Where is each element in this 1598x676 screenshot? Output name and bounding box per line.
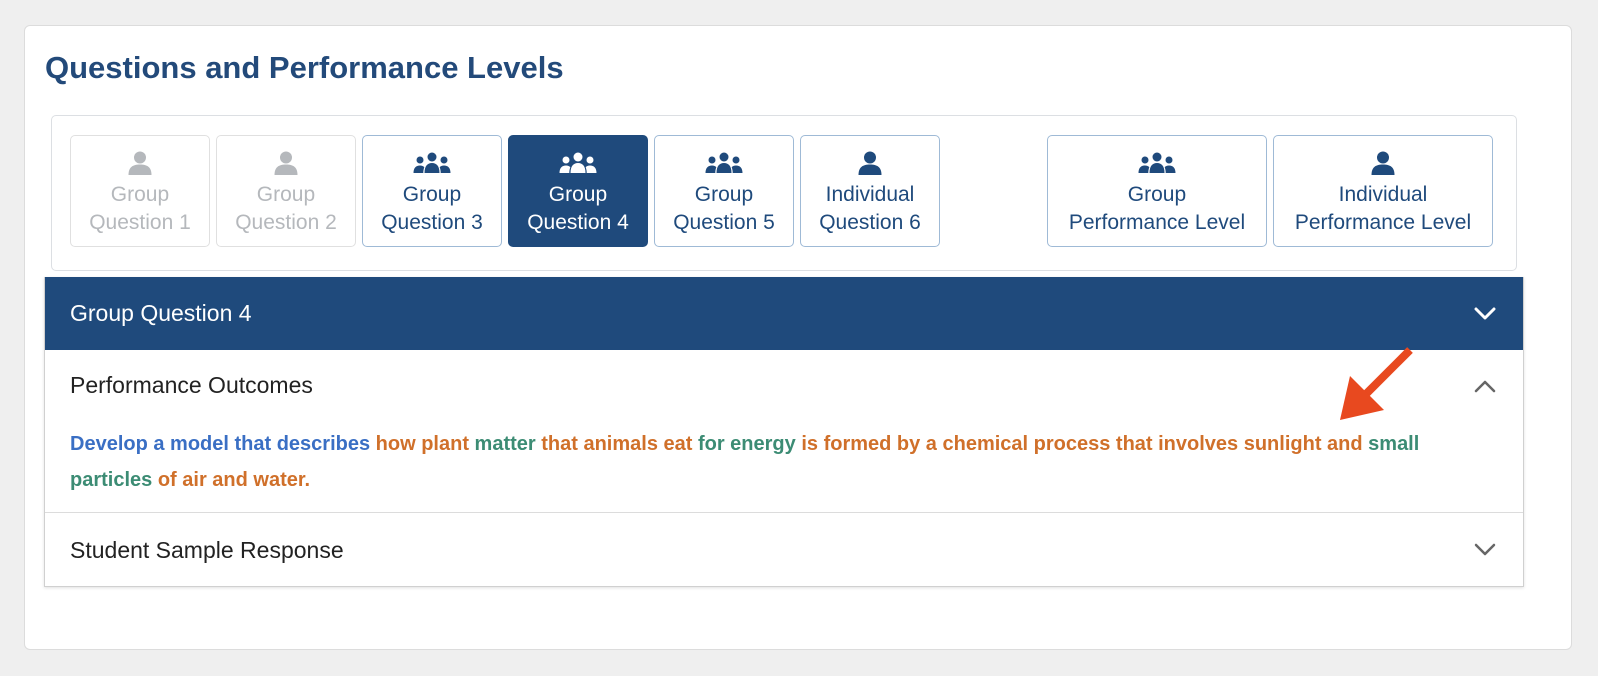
- tab-label-line1: Individual: [825, 183, 915, 206]
- tab-group-question-3[interactable]: Group Question 3: [362, 135, 502, 247]
- group-icon: [412, 149, 452, 177]
- outcome-segment: of air and water.: [157, 469, 311, 491]
- outcome-segment: that animals eat: [541, 433, 698, 455]
- chevron-up-icon[interactable]: [1471, 372, 1499, 400]
- performance-outcome-text: Develop a model that describes how plant…: [70, 426, 1490, 498]
- annotation-arrow-icon: [1340, 347, 1413, 420]
- group-icon: [1137, 149, 1177, 177]
- tab-group-performance-level[interactable]: Group Performance Level: [1047, 135, 1267, 247]
- person-icon: [1370, 149, 1396, 177]
- person-icon: [273, 149, 299, 177]
- tab-label-line1: Group: [256, 183, 316, 206]
- tab-label-line2: Question 2: [235, 211, 337, 234]
- student-sample-response-title: Student Sample Response: [70, 537, 344, 563]
- tab-group-question-1[interactable]: Group Question 1: [70, 135, 210, 247]
- tab-individual-performance-level[interactable]: Individual Performance Level: [1273, 135, 1493, 247]
- tab-label-line1: Individual: [1338, 183, 1428, 206]
- tab-label-line2: Question 1: [89, 211, 191, 234]
- person-icon: [857, 149, 883, 177]
- tab-label-line1: Group: [402, 183, 462, 206]
- accordion-header-title: Group Question 4: [70, 300, 252, 326]
- tab-label-line2: Performance Level: [1294, 211, 1472, 234]
- tab-individual-question-6[interactable]: Individual Question 6: [800, 135, 940, 247]
- outcome-segment: Develop a model that describes: [70, 433, 376, 455]
- question-accordion: Group Question 4 Performance Outcomes De…: [44, 277, 1524, 587]
- tab-label-line2: Performance Level: [1068, 211, 1246, 234]
- outcome-segment: how plant: [375, 433, 475, 455]
- tab-label-line2: Question 6: [819, 211, 921, 234]
- tab-label-line1: Group: [548, 183, 608, 206]
- student-sample-response-header[interactable]: Student Sample Response: [45, 513, 1523, 586]
- tab-label-line1: Group: [110, 183, 170, 206]
- tab-label-line2: Question 4: [527, 211, 629, 234]
- tab-group-question-2[interactable]: Group Question 2: [216, 135, 356, 247]
- tab-label-line1: Group: [694, 183, 754, 206]
- group-icon: [704, 149, 744, 177]
- questions-card: Questions and Performance Levels Group Qu…: [24, 25, 1572, 650]
- tab-group-question-5[interactable]: Group Question 5: [654, 135, 794, 247]
- outcome-segment: matter: [474, 433, 542, 455]
- outcome-segment: is formed by a chemical process that inv…: [801, 433, 1369, 455]
- chevron-down-icon[interactable]: [1471, 300, 1499, 328]
- performance-outcomes-title: Performance Outcomes: [70, 372, 313, 398]
- chevron-down-icon[interactable]: [1471, 536, 1499, 564]
- performance-outcomes-header[interactable]: Performance Outcomes: [45, 350, 1523, 420]
- person-icon: [127, 149, 153, 177]
- tab-label-line1: Group: [1127, 183, 1187, 206]
- accordion-header-group-question-4[interactable]: Group Question 4: [45, 277, 1523, 350]
- tab-group-question-4[interactable]: Group Question 4: [508, 135, 648, 247]
- page-title: Questions and Performance Levels: [45, 50, 564, 85]
- outcome-segment: for energy: [697, 433, 802, 455]
- group-icon: [558, 149, 598, 177]
- tab-label-line2: Question 3: [381, 211, 483, 234]
- question-tabs: Group Question 1 Group Question 2 Group Que…: [51, 115, 1517, 271]
- tab-label-line2: Question 5: [673, 211, 775, 234]
